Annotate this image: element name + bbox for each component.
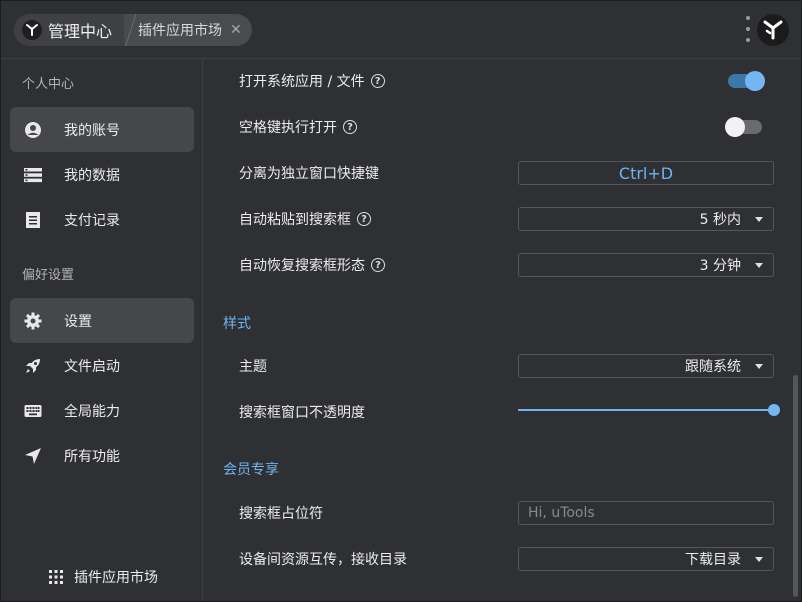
account-icon — [23, 120, 43, 140]
setting-label: 打开系统应用 / 文件 — [239, 74, 365, 90]
chevron-down-icon — [755, 263, 763, 268]
setting-label: 设备间资源互传，接收目录 — [239, 552, 407, 568]
setting-label: 空格键执行打开 — [239, 120, 337, 136]
data-icon — [23, 165, 43, 185]
chevron-down-icon — [755, 557, 763, 562]
keyboard-icon — [23, 401, 43, 421]
hotkey-value: Ctrl+D — [618, 163, 674, 183]
select-value: 3 分钟 — [699, 258, 741, 274]
select-value: 5 秒内 — [699, 212, 741, 228]
receive-directory-select[interactable]: 下载目录 — [518, 547, 774, 571]
placeholder-input[interactable]: Hi, uTools — [518, 501, 774, 525]
app-window: 管理中心 插件应用市场 ✕ 个人中心 我的账号 我的数据 支付记录 偏好设置 设… — [0, 0, 802, 602]
setting-label: 搜索框占位符 — [239, 506, 323, 522]
rocket-icon — [23, 356, 43, 376]
open-system-app-toggle[interactable] — [728, 71, 765, 91]
auto-restore-select[interactable]: 3 分钟 — [518, 253, 774, 277]
scrollbar[interactable] — [793, 375, 798, 597]
help-icon[interactable]: ? — [371, 258, 385, 272]
setting-auto-restore: 自动恢复搜索框形态 ? — [239, 255, 385, 275]
sidebar-item-payment-records[interactable]: 支付记录 — [10, 197, 194, 242]
navigation-icon — [23, 446, 43, 466]
sidebar-item-global-abilities[interactable]: 全局能力 — [10, 388, 194, 433]
chevron-down-icon — [755, 217, 763, 222]
setting-receive-directory: 设备间资源互传，接收目录 — [239, 549, 407, 569]
sidebar-bottom-label: 插件应用市场 — [74, 570, 158, 586]
setting-label: 搜索框窗口不透明度 — [239, 405, 365, 421]
setting-auto-paste: 自动粘贴到搜索框 ? — [239, 209, 371, 229]
setting-open-system-app: 打开系统应用 / 文件 ? — [239, 71, 385, 91]
utools-logo-icon — [22, 20, 42, 40]
toggle-knob — [725, 117, 745, 137]
setting-label: 自动粘贴到搜索框 — [239, 212, 351, 228]
setting-opacity: 搜索框窗口不透明度 — [239, 402, 365, 422]
help-icon[interactable]: ? — [343, 120, 357, 134]
sidebar-item-settings[interactable]: 设置 — [10, 298, 194, 343]
sidebar-plugin-market-link[interactable]: 插件应用市场 — [48, 567, 158, 587]
setting-label: 自动恢复搜索框形态 — [239, 258, 365, 274]
title-bar: 管理中心 插件应用市场 ✕ — [1, 1, 801, 59]
sidebar-item-file-launch[interactable]: 文件启动 — [10, 343, 194, 388]
sidebar-item-label: 我的数据 — [64, 167, 120, 184]
tab-label: 管理中心 — [48, 22, 113, 41]
sidebar-item-label: 文件启动 — [64, 358, 120, 375]
sidebar-group-personal: 个人中心 — [22, 77, 75, 92]
tab-plugin-market[interactable]: 插件应用市场 ✕ — [138, 14, 252, 46]
detach-hotkey-input[interactable]: Ctrl+D — [518, 161, 774, 185]
section-style: 样式 — [223, 316, 251, 332]
sidebar: 个人中心 我的账号 我的数据 支付记录 偏好设置 设置 文件启动 全局能力 所有… — [1, 59, 203, 601]
opacity-slider-handle[interactable] — [768, 404, 780, 416]
auto-paste-select[interactable]: 5 秒内 — [518, 207, 774, 231]
gear-icon — [23, 311, 43, 331]
apps-grid-icon — [48, 569, 64, 585]
setting-detach-hotkey: 分离为独立窗口快捷键 — [239, 163, 379, 183]
section-membership: 会员专享 — [223, 462, 279, 478]
space-open-toggle[interactable] — [725, 117, 762, 137]
sidebar-item-my-account[interactable]: 我的账号 — [10, 107, 194, 152]
sidebar-item-label: 我的账号 — [64, 122, 120, 139]
close-icon[interactable]: ✕ — [230, 22, 242, 38]
setting-label: 分离为独立窗口快捷键 — [239, 166, 379, 182]
sidebar-item-my-data[interactable]: 我的数据 — [10, 152, 194, 197]
receipt-icon — [23, 210, 43, 230]
sidebar-item-label: 支付记录 — [64, 212, 120, 229]
setting-space-open: 空格键执行打开 ? — [239, 117, 357, 137]
sidebar-item-all-features[interactable]: 所有功能 — [10, 433, 194, 478]
setting-label: 主题 — [239, 359, 267, 375]
chevron-down-icon — [755, 364, 763, 369]
sidebar-item-label: 所有功能 — [64, 448, 120, 465]
sidebar-group-preferences: 偏好设置 — [22, 268, 75, 283]
sidebar-item-label: 设置 — [64, 313, 92, 330]
tab-separator — [124, 14, 138, 46]
select-value: 跟随系统 — [685, 359, 741, 375]
setting-theme: 主题 — [239, 356, 267, 376]
toggle-knob — [745, 71, 765, 91]
tab-bar: 管理中心 插件应用市场 ✕ — [14, 14, 252, 46]
opacity-slider-track[interactable] — [518, 409, 774, 411]
help-icon[interactable]: ? — [357, 212, 371, 226]
settings-panel: 打开系统应用 / 文件 ? 空格键执行打开 ? 分离为独立窗口快捷键 Ctrl+… — [204, 59, 801, 601]
input-value: Hi, uTools — [528, 505, 595, 521]
app-logo-icon[interactable] — [757, 14, 789, 46]
theme-select[interactable]: 跟随系统 — [518, 354, 774, 378]
help-icon[interactable]: ? — [370, 74, 385, 88]
select-value: 下载目录 — [685, 552, 741, 568]
tab-label: 插件应用市场 — [138, 23, 223, 39]
tab-management-center[interactable]: 管理中心 — [14, 14, 125, 46]
more-menu-icon[interactable] — [744, 16, 752, 42]
sidebar-item-label: 全局能力 — [64, 403, 120, 420]
setting-placeholder: 搜索框占位符 — [239, 503, 323, 523]
